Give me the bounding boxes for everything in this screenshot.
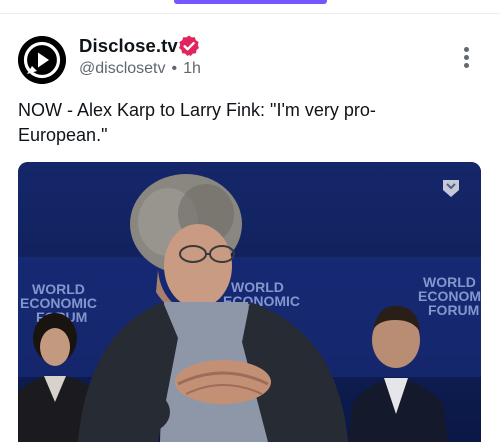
- post-card[interactable]: Disclose.tv @disclosetv • 1h NOW - Alex Ka…: [0, 14, 500, 442]
- meta-separator: •: [171, 60, 178, 77]
- post-text: NOW - Alex Karp to Larry Fink: "I'm very…: [18, 100, 376, 145]
- backdrop-word: FORUM: [428, 302, 479, 318]
- active-tab-indicator: [174, 0, 327, 4]
- author-avatar[interactable]: [18, 36, 66, 84]
- media-badge-icon: [443, 180, 459, 197]
- post-meta: @disclosetv • 1h: [79, 60, 201, 78]
- author-name[interactable]: Disclose.tv: [79, 35, 178, 57]
- verified-badge-icon: [179, 35, 199, 56]
- post-time[interactable]: 1h: [183, 60, 201, 78]
- disclose-logo-icon: [18, 36, 66, 84]
- author-handle[interactable]: @disclosetv: [79, 60, 166, 78]
- video-frame: WORLD ECONOMIC FORUM WORLD ECONOMIC WORL…: [18, 162, 481, 442]
- video-media[interactable]: WORLD ECONOMIC FORUM WORLD ECONOMIC WORL…: [18, 162, 481, 442]
- more-options-icon[interactable]: [459, 47, 473, 73]
